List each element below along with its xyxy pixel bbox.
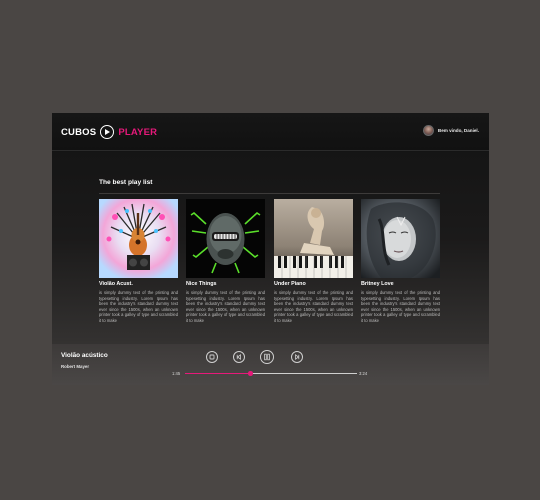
logo-player-text: PLAYER	[118, 126, 158, 138]
welcome-text: Bem vindo, Daniel.	[437, 128, 479, 133]
next-icon	[295, 353, 300, 361]
previous-icon	[236, 353, 241, 361]
user-menu[interactable]: Bem vindo, Daniel.	[422, 125, 479, 136]
music-player-app: CUBOS PLAYER Bem vindo, Daniel. The best…	[52, 113, 489, 385]
progress-fill	[185, 372, 251, 375]
stop-icon	[209, 354, 215, 360]
previous-button[interactable]	[233, 351, 245, 363]
card-description: is simply dummy text of the printing and…	[274, 290, 353, 323]
current-time: 1:45	[172, 371, 181, 376]
card-description: is simply dummy text of the printing and…	[361, 290, 440, 323]
logo-cubos-text: CUBOS	[61, 126, 97, 138]
avatar[interactable]	[422, 125, 434, 136]
playlist-cards: Violão Acust. is simply dummy text of th…	[99, 199, 440, 331]
playlist-title: The best play list	[99, 179, 153, 186]
card-description: is simply dummy text of the printing and…	[186, 290, 265, 323]
album-cover-nice-things[interactable]	[186, 199, 265, 278]
album-cover-britney-love[interactable]	[361, 199, 440, 278]
progress-handle[interactable]	[248, 371, 253, 376]
card-title[interactable]: Under Piano	[274, 281, 353, 288]
progress-bar[interactable]	[185, 371, 357, 376]
card-title[interactable]: Nice Things	[186, 281, 265, 288]
total-time: 3:24	[359, 371, 368, 376]
next-button[interactable]	[291, 351, 303, 363]
album-cover-under-piano[interactable]	[274, 199, 353, 278]
now-playing-artist: Robert Mayer	[61, 364, 90, 369]
stop-button[interactable]	[206, 351, 218, 363]
logo[interactable]: CUBOS PLAYER	[61, 124, 157, 140]
top-bar: CUBOS PLAYER Bem vindo, Daniel.	[52, 113, 489, 151]
player-bar: Violão acústico Robert Mayer 1:45 3:24	[52, 344, 489, 385]
pause-icon	[264, 353, 270, 361]
logo-play-icon	[100, 125, 115, 139]
card-title[interactable]: Britney Love	[361, 281, 440, 288]
playlist-card[interactable]: Violão Acust. is simply dummy text of th…	[99, 199, 178, 331]
card-title[interactable]: Violão Acust.	[99, 281, 178, 288]
pause-button[interactable]	[260, 350, 274, 364]
playlist-card[interactable]: Under Piano is simply dummy text of the …	[274, 199, 353, 331]
playlist-card[interactable]: Britney Love is simply dummy text of the…	[361, 199, 440, 331]
card-description: is simply dummy text of the printing and…	[99, 290, 178, 323]
divider	[99, 193, 440, 194]
playback-controls	[206, 350, 316, 364]
playlist-section: The best play list Violão Acust. is simp…	[52, 152, 489, 344]
album-cover-violao[interactable]	[99, 199, 178, 278]
now-playing-title: Violão acústico	[61, 352, 108, 359]
playlist-card[interactable]: Nice Things is simply dummy text of the …	[186, 199, 265, 331]
